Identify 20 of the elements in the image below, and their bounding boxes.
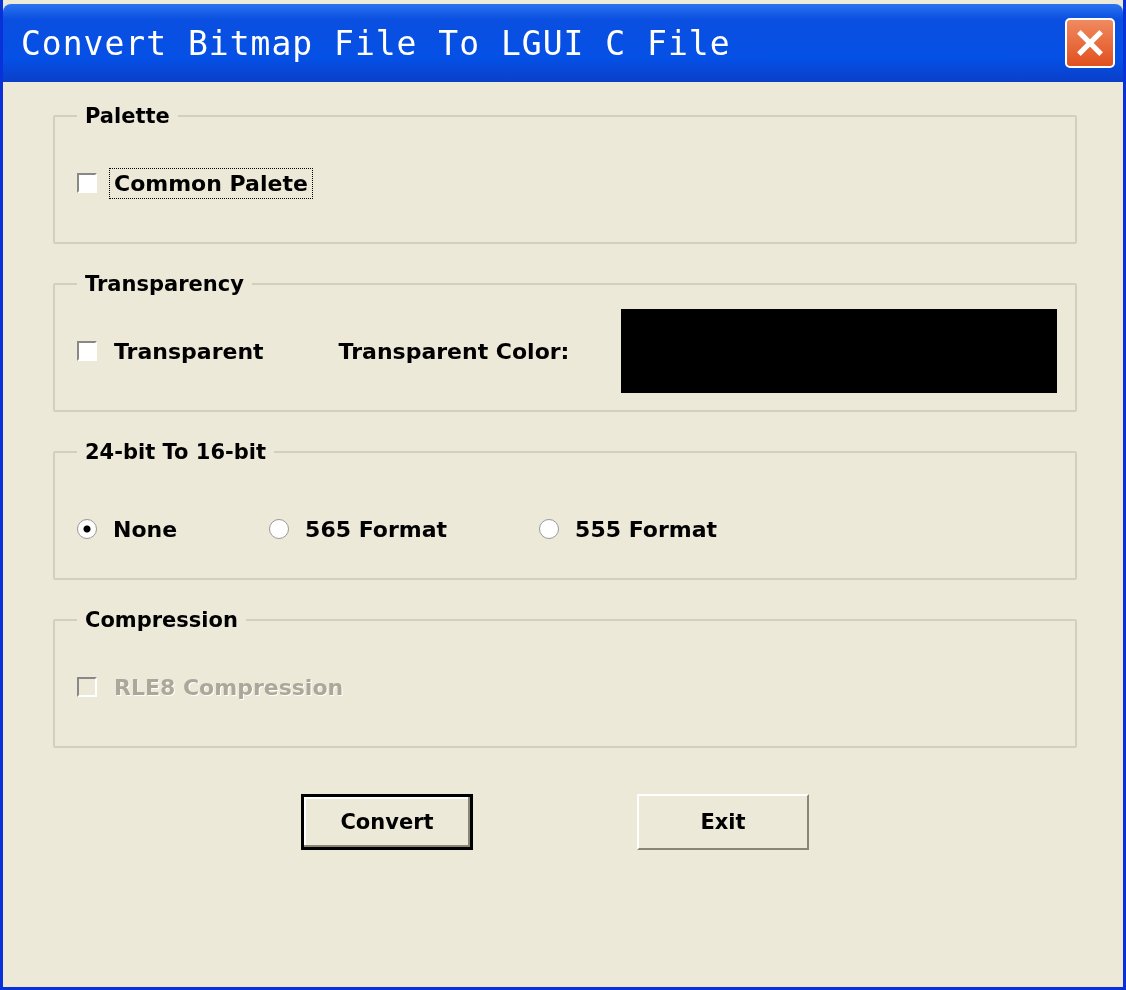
radio-button[interactable] (269, 519, 290, 539)
group-title: 24-bit To 16-bit (84, 440, 267, 464)
checkbox-label[interactable]: Transparent (109, 335, 269, 367)
radio-button[interactable] (539, 519, 560, 539)
radio-label[interactable]: 555 Format (575, 516, 718, 542)
radio-button[interactable] (77, 519, 97, 539)
radio-label[interactable]: None (113, 516, 178, 542)
dialog-button[interactable]: Exit (637, 794, 809, 850)
dialog-button[interactable]: Convert (301, 794, 473, 850)
close-button[interactable] (1065, 18, 1115, 68)
checkbox-label[interactable]: Common Palete (109, 167, 313, 199)
checkbox[interactable] (77, 341, 97, 361)
group-title: Palette (84, 104, 171, 128)
group-title: Compression (84, 608, 239, 632)
group-title: Transparency (84, 272, 245, 296)
checkbox[interactable] (77, 173, 97, 193)
window-title: Convert Bitmap File To LGUI C File (21, 23, 731, 63)
radio-label[interactable]: 565 Format (305, 516, 448, 542)
color-label: Transparent Color: (338, 338, 570, 364)
color-swatch[interactable] (621, 309, 1057, 393)
